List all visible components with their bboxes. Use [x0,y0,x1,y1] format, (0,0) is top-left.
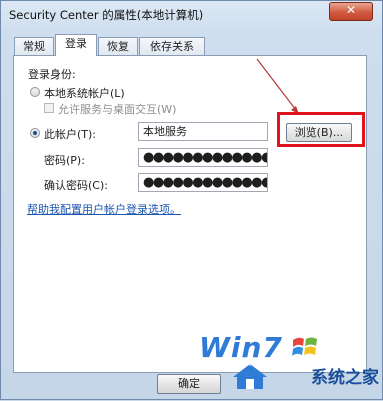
annotation-arrow [256,58,300,115]
properties-dialog: Security Center 的属性(本地计算机) ✕ 常规 登录 恢复 依存… [0,0,383,400]
windows-logo-icon [291,334,319,363]
watermark-brand: Win7 [199,331,283,364]
annotation-highlight-box [277,112,365,147]
watermark-site: 系统之家 [311,368,379,388]
house-logo-icon [229,361,271,394]
win7-watermark: Win7 [199,331,283,364]
